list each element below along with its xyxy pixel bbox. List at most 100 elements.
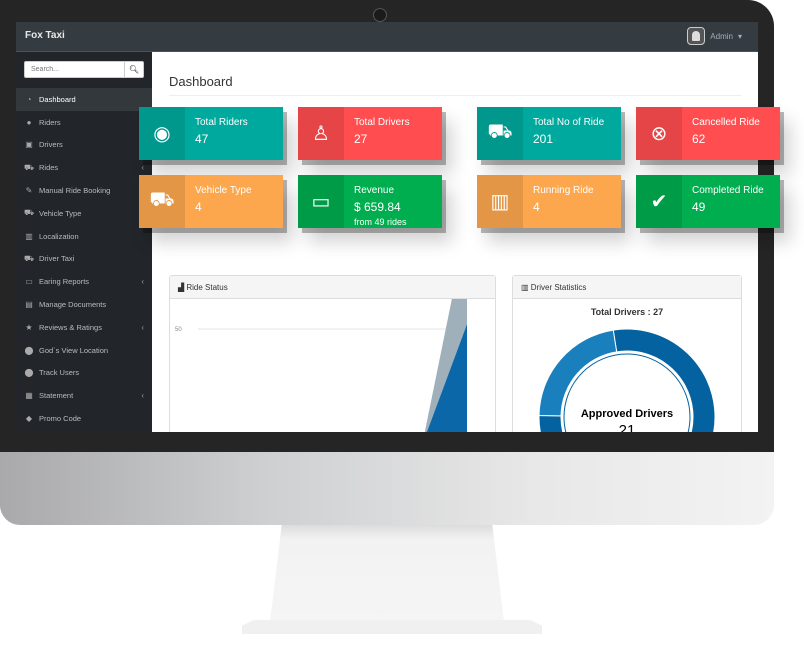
card-value: $ 659.84 <box>354 200 401 214</box>
search-input[interactable] <box>24 61 124 78</box>
sidebar-item-vehicle-type[interactable]: ⛟ Vehicle Type <box>16 202 152 225</box>
card-value: 49 <box>692 200 706 214</box>
monitor-chin <box>0 452 774 525</box>
sidebar-item-reviews-ratings[interactable]: ★ Reviews & Ratings ‹ <box>16 316 152 339</box>
sidebar-menu: ◔ Dashboard ● Riders ▣ Drivers ⛟ Rides ‹ ✎ Manual … <box>16 88 152 430</box>
newspaper-icon: ▦ <box>25 391 33 401</box>
car-icon: ⛟ <box>477 107 523 160</box>
sidebar-item-manage-documents[interactable]: ▤ Manage Documents <box>16 293 152 316</box>
sidebar: 🔍︎ ◔ Dashboard ● Riders ▣ Drivers ⛟ Rides ‹ ✎ Manu… <box>16 52 152 432</box>
tag-icon: ◆ <box>25 414 33 424</box>
card-label: Running Ride <box>533 185 594 196</box>
check-circle-icon: ✔ <box>636 175 682 228</box>
card-value: 201 <box>533 132 554 146</box>
sidebar-item-label: Manual Ride Booking <box>39 186 111 196</box>
times-circle-icon: ⊗ <box>636 107 682 160</box>
sidebar-item-label: Statement <box>39 391 74 401</box>
sidebar-item-dashboard[interactable]: ◔ Dashboard <box>16 88 152 111</box>
card-label: Vehicle Type <box>195 185 252 196</box>
panel-header: ▥ Driver Statistics <box>513 276 741 299</box>
card-vehicle-type[interactable]: ⛟ Vehicle Type 4 <box>139 175 283 228</box>
user-icon: ● <box>26 117 32 127</box>
map-marker-icon: ⬤ <box>24 368 34 378</box>
search-button[interactable]: 🔍︎ <box>124 61 144 78</box>
sidebar-item-riders[interactable]: ● Riders <box>16 111 152 134</box>
sidebar-item-drivers[interactable]: ▣ Drivers <box>16 134 152 157</box>
caret-down-icon: ▾ <box>737 31 742 41</box>
money-icon: ▭ <box>298 175 344 228</box>
card-label: Total No of Ride <box>533 117 605 128</box>
card-cancelled-ride[interactable]: ⊗ Cancelled Ride 62 <box>636 107 780 160</box>
card-label: Total Riders <box>195 117 248 128</box>
building-icon: ▥ <box>477 175 523 228</box>
sidebar-item-label: Drivers <box>39 140 63 150</box>
card-completed-ride[interactable]: ✔ Completed Ride 49 <box>636 175 780 228</box>
money-icon: ▭ <box>25 277 33 287</box>
sidebar-item-localization[interactable]: ▥ Localization <box>16 225 152 248</box>
user-menu[interactable]: Admin ▾ <box>687 27 742 45</box>
building-icon: ▥ <box>25 231 33 241</box>
panel-title: Ride Status <box>186 283 228 292</box>
chevron-left-icon: ‹ <box>141 277 144 287</box>
card-running-ride[interactable]: ▥ Running Ride 4 <box>477 175 621 228</box>
sidebar-item-label: Rides <box>39 163 59 173</box>
file-icon: ▤ <box>25 300 33 310</box>
map-marker-icon: ⬤ <box>24 345 34 355</box>
sidebar-item-label: Driver Taxi <box>39 254 75 264</box>
card-label: Revenue <box>354 185 395 196</box>
avatar <box>687 27 706 45</box>
card-subtext: from 49 rides <box>354 217 407 227</box>
brand[interactable]: Fox Taxi <box>25 30 65 41</box>
sidebar-item-god-s-view-location[interactable]: ⬤ God`s View Location <box>16 339 152 362</box>
donut-slice-1 <box>538 329 618 417</box>
sidebar-item-manual-ride-booking[interactable]: ✎ Manual Ride Booking <box>16 179 152 202</box>
monitor-foot <box>242 620 542 634</box>
sidebar-item-label: Vehicle Type <box>39 208 82 218</box>
sidebar-item-track-users[interactable]: ⬤ Track Users <box>16 362 152 385</box>
card-value: 62 <box>692 132 706 146</box>
divider <box>169 95 741 96</box>
search: 🔍︎ <box>24 61 144 78</box>
sidebar-item-label: Manage Documents <box>39 300 107 310</box>
card-label: Cancelled Ride <box>692 117 760 128</box>
sidebar-item-label: God`s View Location <box>39 345 109 355</box>
sidebar-item-label: Localization <box>39 231 79 241</box>
card-value: 4 <box>533 200 540 214</box>
area-series-1 <box>426 324 467 432</box>
card-label: Total Drivers <box>354 117 410 128</box>
sidebar-item-earing-reports[interactable]: ▭ Earing Reports ‹ <box>16 270 152 293</box>
navbar: Fox Taxi Admin ▾ <box>16 22 758 52</box>
sidebar-item-label: Riders <box>39 117 61 127</box>
user-name: Admin <box>710 31 733 41</box>
driver-icon: ♙ <box>298 107 344 160</box>
card-value: 4 <box>195 200 202 214</box>
card-total-no-of-ride[interactable]: ⛟ Total No of Ride 201 <box>477 107 621 160</box>
sidebar-item-rides[interactable]: ⛟ Rides ‹ <box>16 156 152 179</box>
chevron-left-icon: ‹ <box>141 163 144 173</box>
panel-title: Driver Statistics <box>530 283 587 292</box>
ride-status-chart: 1007550 <box>175 211 467 432</box>
sidebar-item-label: Promo Code <box>39 414 82 424</box>
sidebar-item-label: Earing Reports <box>39 277 90 287</box>
sidebar-item-statement[interactable]: ▦ Statement ‹ <box>16 384 152 407</box>
driver-statistics-panel: ▥ Driver Statistics Total Drivers : 27 A… <box>512 275 742 432</box>
sidebar-item-label: Reviews & Ratings <box>39 322 102 332</box>
card-revenue[interactable]: ▭ Revenue $ 659.84 from 49 rides <box>298 175 442 228</box>
total-drivers-label: Total Drivers : 27 <box>590 307 664 317</box>
card-value: 27 <box>354 132 368 146</box>
card-total-riders[interactable]: ◉ Total Riders 47 <box>139 107 283 160</box>
pencil-icon: ✎ <box>25 186 33 196</box>
page-title: Dashboard <box>169 74 233 89</box>
taxi-icon: ⛟ <box>139 175 185 228</box>
ride-status-panel: ▟ Ride Status 1007550 <box>169 211 496 432</box>
driver-donut-chart: Approved Drivers 21 <box>538 328 716 432</box>
card-label: Completed Ride <box>692 185 764 196</box>
sidebar-item-promo-code[interactable]: ◆ Promo Code <box>16 407 152 430</box>
camera <box>373 8 387 22</box>
donut-center-value: 21 <box>619 422 636 432</box>
sidebar-item-driver-taxi[interactable]: ⛟ Driver Taxi <box>16 248 152 271</box>
monitor-stand <box>270 525 504 622</box>
card-total-drivers[interactable]: ♙ Total Drivers 27 <box>298 107 442 160</box>
chevron-left-icon: ‹ <box>141 322 144 332</box>
search-icon: 🔍︎ <box>128 65 140 74</box>
